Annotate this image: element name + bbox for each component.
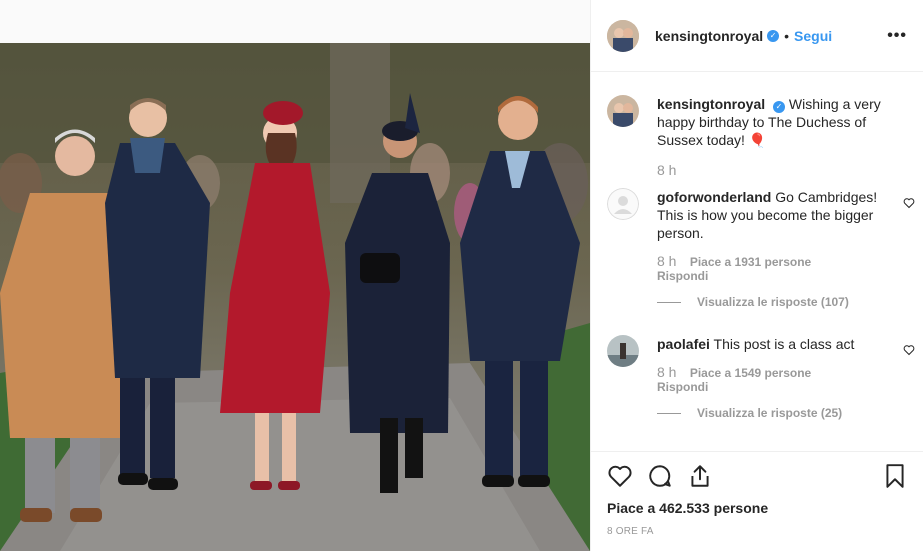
comment-time[interactable]: 8 h (657, 253, 676, 269)
avatar-image (607, 335, 639, 367)
comment-body: goforwonderland Go Cambridges! This is h… (657, 188, 897, 311)
verified-badge-icon: ✓ (773, 101, 786, 113)
comment-likes[interactable]: Piace a 1931 persone (690, 255, 811, 269)
comment-likes[interactable]: Piace a 1549 persone (690, 366, 811, 380)
author-username[interactable]: kensingtonroyal (655, 28, 763, 44)
comment-avatar[interactable] (607, 335, 639, 367)
divider-line (657, 412, 681, 414)
post-timestamp[interactable]: 8 ORE FA (607, 526, 908, 537)
share-icon[interactable] (687, 463, 713, 489)
view-replies-label: Visualizza le risposte (25) (697, 406, 843, 420)
action-bar (607, 452, 908, 500)
comment-avatar[interactable] (607, 188, 639, 220)
divider-line (657, 301, 681, 303)
comment-meta: 8 h Piace a 1549 persone Rispondi (657, 365, 897, 394)
caption-avatar[interactable] (607, 95, 639, 127)
bookmark-icon[interactable] (882, 463, 908, 489)
default-avatar-icon (607, 188, 639, 220)
follow-button[interactable]: Segui (794, 28, 832, 44)
comment-icon[interactable] (647, 463, 673, 489)
comment-text: This post is a class act (713, 336, 855, 352)
view-replies-button[interactable]: Visualizza le risposte (25) (657, 404, 897, 422)
post-actions: Piace a 462.533 persone 8 ORE FA (591, 451, 923, 537)
post-header: kensingtonroyal ✓ • Segui ••• (591, 0, 923, 72)
comment-like-heart-icon[interactable] (903, 344, 915, 356)
caption-meta: 8 h (657, 163, 897, 178)
view-replies-button[interactable]: Visualizza le risposte (107) (657, 293, 897, 311)
avatar-image (607, 95, 639, 127)
reply-button[interactable]: Rispondi (657, 269, 897, 283)
caption-time[interactable]: 8 h (657, 162, 676, 178)
verified-badge-icon: ✓ (767, 29, 780, 42)
comments-list[interactable]: kensingtonroyal ✓ Wishing a very happy b… (591, 73, 923, 451)
author-avatar[interactable] (607, 19, 639, 52)
more-options-icon[interactable]: ••• (887, 27, 907, 45)
likes-count[interactable]: Piace a 462.533 persone (607, 500, 908, 516)
comment-like-heart-icon[interactable] (903, 197, 915, 209)
reply-button[interactable]: Rispondi (657, 380, 897, 394)
caption-body: kensingtonroyal ✓ Wishing a very happy b… (657, 95, 897, 178)
view-replies-label: Visualizza le risposte (107) (697, 295, 849, 309)
post-photo-illustration (0, 43, 590, 551)
comment-username[interactable]: paolafei (657, 336, 710, 352)
comment-username[interactable]: goforwonderland (657, 189, 771, 205)
comment-body: paolafei This post is a class act 8 h Pi… (657, 335, 897, 422)
comment-meta: 8 h Piace a 1931 persone Rispondi (657, 254, 897, 283)
post-media-area (0, 0, 590, 551)
post-sidebar: kensingtonroyal ✓ • Segui ••• kensington… (590, 0, 923, 551)
heart-icon[interactable] (607, 463, 633, 489)
caption-username[interactable]: kensingtonroyal (657, 96, 765, 112)
comment-time[interactable]: 8 h (657, 364, 676, 380)
avatar-image (607, 19, 639, 52)
post-photo[interactable] (0, 43, 590, 551)
header-separator: • (784, 27, 790, 44)
